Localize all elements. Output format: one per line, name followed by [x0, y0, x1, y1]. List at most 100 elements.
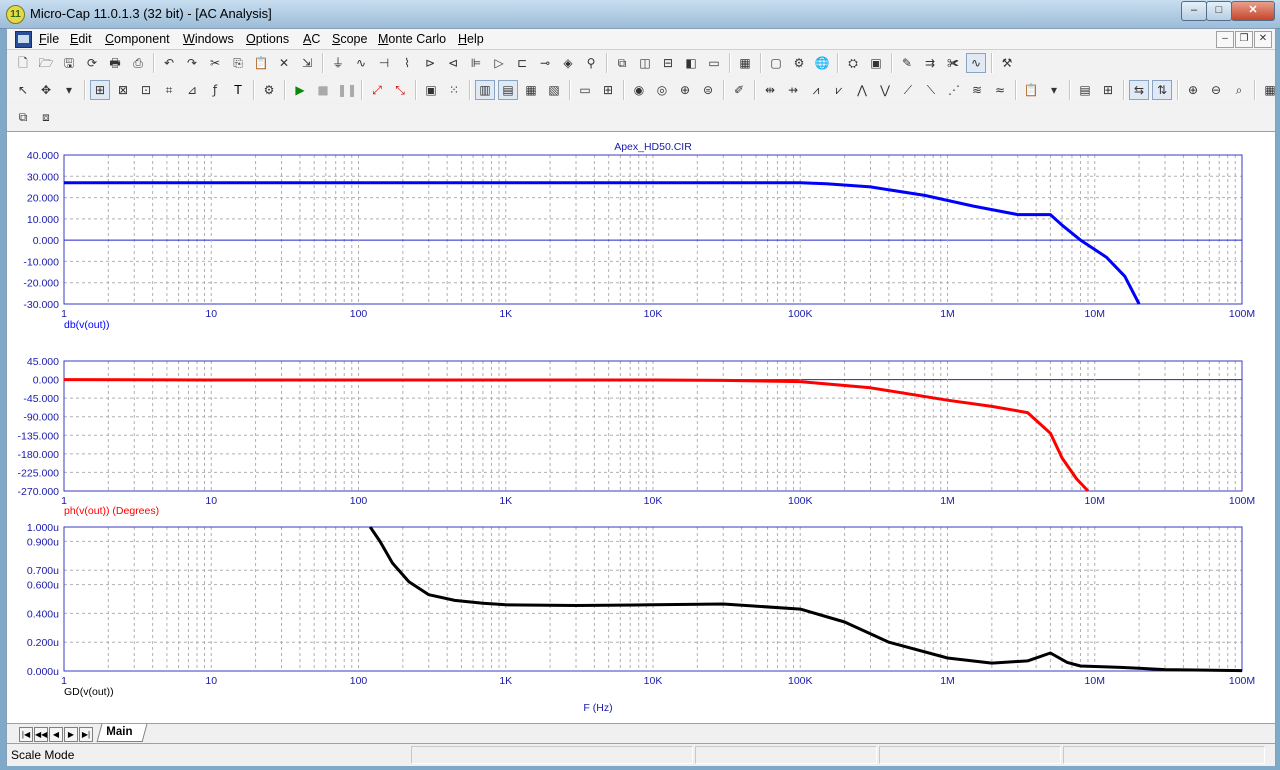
axes-icon[interactable]: ⊞ [598, 80, 618, 100]
prev-tab-button[interactable]: ◀ [49, 727, 63, 742]
window-icon[interactable]: ▭ [704, 53, 724, 73]
grid-2-icon[interactable]: ▤ [498, 80, 518, 100]
select-icon[interactable]: ↖ [13, 80, 33, 100]
performance-tag-icon[interactable]: ƒ [205, 80, 225, 100]
pause-icon[interactable]: ❚❚ [336, 80, 357, 100]
numeric-output-icon[interactable]: ▤ [1075, 80, 1095, 100]
paste-icon[interactable]: 📋 [251, 53, 271, 73]
calculator-icon[interactable]: ▦ [735, 53, 755, 73]
grid-4-icon[interactable]: ▧ [544, 80, 564, 100]
tabular-output-icon[interactable]: ⊞ [1098, 80, 1118, 100]
component-editor-icon[interactable]: ▢ [766, 53, 786, 73]
menu-scope[interactable]: Scope [332, 32, 367, 46]
paste-special-icon[interactable]: ⇲ [297, 53, 317, 73]
shape-editor-icon[interactable]: ⚙ [789, 53, 809, 73]
grid-3-icon[interactable]: ▦ [521, 80, 541, 100]
properties-icon[interactable]: ✎ [897, 53, 917, 73]
cursor-mode-icon[interactable]: ⊠ [113, 80, 133, 100]
zoom-in-fit-icon[interactable]: ⤡ [390, 80, 410, 100]
valley-icon[interactable]: ⇸ [783, 80, 803, 100]
run-icon[interactable]: ▶ [290, 80, 310, 100]
slope-icon[interactable]: ≋ [967, 80, 987, 100]
point-tag-icon[interactable]: ⊡ [136, 80, 156, 100]
vertical-tag-icon[interactable]: ⊿ [182, 80, 202, 100]
high-icon[interactable]: ⩘ [806, 80, 826, 100]
package-editor-icon[interactable]: ▣ [866, 53, 886, 73]
cut-icon[interactable]: ✂ [205, 53, 225, 73]
zoom-1-icon[interactable]: ◉ [629, 80, 649, 100]
menu-help[interactable]: Help [458, 32, 484, 46]
tools-icon[interactable]: ✀ [943, 53, 963, 73]
ac-analysis-plots[interactable]: 40.000 30.000 20.000 10.000 0.000 -10.000 -20.… [7, 132, 1275, 724]
probe-icon[interactable]: ⚲ [581, 53, 601, 73]
copy-icon[interactable]: ⎘ [228, 53, 248, 73]
inflection-icon[interactable]: ⋀ [852, 80, 872, 100]
menu-windows[interactable]: Windows [183, 32, 234, 46]
data-points-icon[interactable]: ▣ [421, 80, 441, 100]
document-icon[interactable] [15, 31, 32, 48]
global-high-icon[interactable]: ⋁ [875, 80, 895, 100]
ground-icon[interactable]: ⏚ [328, 53, 348, 73]
mini-copy-icon[interactable]: ⧉ [13, 107, 33, 127]
open-icon[interactable]: 🗁 [36, 53, 56, 73]
resistor-icon[interactable]: ⌇ [397, 53, 417, 73]
zoom-3-icon[interactable]: ⊕ [675, 80, 695, 100]
save-icon[interactable]: 🖫 [59, 53, 79, 73]
last-tab-button[interactable]: ▶| [79, 727, 93, 742]
horizontal-axis-icon[interactable]: ▭ [575, 80, 595, 100]
text-icon[interactable]: T [228, 80, 248, 100]
tile-icon[interactable]: ◧ [681, 53, 701, 73]
scale-mode-icon[interactable]: ⊞ [90, 80, 110, 100]
mini-paste-icon[interactable]: ⧈ [36, 107, 56, 127]
bottom-icon[interactable]: ⋰ [944, 80, 964, 100]
layout-icon[interactable]: ▦ [1260, 80, 1280, 100]
same-y-scales-icon[interactable]: ⇆ [1129, 80, 1149, 100]
tokens-icon[interactable]: ⁙ [444, 80, 464, 100]
peak-icon[interactable]: ⇹ [760, 80, 780, 100]
new-icon[interactable]: 🗋 [13, 53, 33, 73]
stop-icon[interactable]: ■ [313, 80, 333, 100]
series-line[interactable] [368, 526, 1243, 673]
menu-ac[interactable]: AC [303, 32, 320, 46]
analysis-limits-icon[interactable]: ⚙ [259, 80, 279, 100]
delete-icon[interactable]: ✕ [274, 53, 294, 73]
plot-icon[interactable]: ∿ [966, 53, 986, 73]
zoom-2-icon[interactable]: ◎ [652, 80, 672, 100]
diode-icon[interactable]: ⊳ [420, 53, 440, 73]
switch-icon[interactable]: ⊸ [535, 53, 555, 73]
revert-icon[interactable]: ⟳ [82, 53, 102, 73]
horizontal-tag-icon[interactable]: ⌗ [159, 80, 179, 100]
stepping-icon[interactable]: ⇉ [920, 53, 940, 73]
go-to-x-icon[interactable]: ≈ [990, 80, 1010, 100]
capacitor-icon[interactable]: ⊣ [374, 53, 394, 73]
node-icon[interactable]: ◈ [558, 53, 578, 73]
menu-monte-carlo[interactable]: Monte Carlo [378, 32, 446, 46]
tile-vertical-icon[interactable]: ◫ [635, 53, 655, 73]
cascade-icon[interactable]: ⧉ [612, 53, 632, 73]
model-editor-icon[interactable]: ⛭ [843, 53, 863, 73]
mdi-restore-button[interactable]: ❐ [1235, 31, 1253, 48]
undo-icon[interactable]: ↶ [159, 53, 179, 73]
print-icon[interactable]: ⎙ [128, 53, 148, 73]
find-icon[interactable]: ⌕ [1229, 80, 1249, 100]
redo-icon[interactable]: ↷ [182, 53, 202, 73]
close-button[interactable]: ✕ [1231, 1, 1275, 21]
next-tab-button[interactable]: ▶ [64, 727, 78, 742]
inductor-icon[interactable]: ⊏ [512, 53, 532, 73]
mdi-minimize-button[interactable]: – [1216, 31, 1234, 48]
print-preview-icon[interactable]: 🖶 [105, 53, 125, 73]
dropdown-icon[interactable]: ▾ [59, 80, 79, 100]
prev-page-button[interactable]: ◀◀ [34, 727, 48, 742]
series-line[interactable] [64, 181, 1141, 305]
settings-icon[interactable]: ⚒ [997, 53, 1017, 73]
tile-horizontal-icon[interactable]: ⊟ [658, 53, 678, 73]
low-icon[interactable]: ⩗ [829, 80, 849, 100]
zoom-in-icon[interactable]: ⊕ [1183, 80, 1203, 100]
top-icon[interactable]: ⟍ [921, 80, 941, 100]
menu-edit[interactable]: Edit [70, 32, 92, 46]
plot-area[interactable]: 40.000 30.000 20.000 10.000 0.000 -10.000 -20.… [7, 131, 1275, 724]
label-icon[interactable]: ✐ [729, 80, 749, 100]
minimize-button[interactable]: – [1181, 1, 1207, 21]
zoom-4-icon[interactable]: ⊜ [698, 80, 718, 100]
source-icon[interactable]: ∿ [351, 53, 371, 73]
